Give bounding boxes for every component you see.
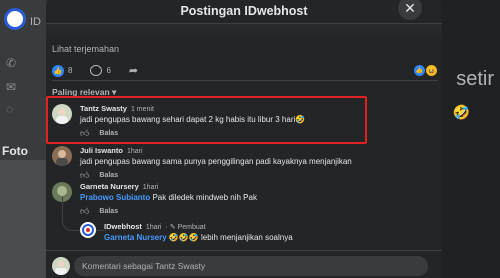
like-button-icon[interactable]: 👍︎ [80, 170, 89, 181]
avatar [52, 257, 70, 275]
comment-time[interactable]: 1 menit [131, 106, 154, 113]
modal-title: Postingan IDwebhost [180, 3, 308, 18]
close-button[interactable]: ✕ [398, 0, 422, 20]
comment-text: jadi pengupas bawang sehari dapat 2 kg h… [80, 115, 306, 124]
like-reaction-icon: 👍 [414, 65, 425, 76]
comment-text-body: Pak diledek mindweb nih Pak [150, 193, 257, 202]
laugh-emoji-icon: 🤣 [452, 104, 470, 120]
author-badge: · ✎ Pembuat [165, 224, 206, 231]
haha-reaction-icon: 😆 [426, 65, 437, 76]
post-image-strip [46, 24, 442, 40]
avatar[interactable] [52, 104, 72, 124]
background-right-panel: setir 🤣 [438, 0, 500, 278]
comment-text: Prabowo Subianto Pak diledek mindweb nih… [80, 193, 410, 202]
avatar[interactable] [80, 222, 96, 238]
comment-author[interactable]: Garneta Nursery [80, 182, 139, 191]
comment-text-body: 🤣🤣🤣 lebih menjanjikan soalnya [166, 233, 293, 242]
divider [52, 80, 438, 81]
background-right-text: setir [456, 68, 494, 90]
pencil-icon: ✎ [169, 224, 176, 231]
comment-icon[interactable] [90, 65, 103, 76]
reaction-bar: 👍 8 6 ➦ [52, 64, 138, 77]
mention-link[interactable]: Garneta Nursery [104, 233, 167, 242]
comment-time[interactable]: 1hari [127, 148, 143, 155]
page-logo [4, 8, 26, 30]
close-icon: ✕ [404, 0, 416, 16]
avatar[interactable] [52, 146, 72, 166]
comment-count[interactable]: 6 [106, 66, 110, 75]
comment-author[interactable]: Juli Iswanto [80, 146, 123, 155]
post-modal: Postingan IDwebhost ✕ Lihat terjemahan 👍… [46, 0, 442, 278]
comment-composer [46, 250, 442, 278]
comment-author[interactable]: Tantz Swasty [80, 104, 127, 113]
modal-header: Postingan IDwebhost ✕ [46, 0, 442, 24]
mail-icon: ✉ [6, 80, 17, 94]
share-icon[interactable]: ➦ [129, 64, 138, 77]
comment-input[interactable] [74, 256, 428, 276]
comment-text: Garneta Nursery 🤣🤣🤣 lebih menjanjikan so… [104, 233, 434, 242]
like-count[interactable]: 8 [68, 66, 72, 75]
background-photo [0, 160, 46, 278]
background-left-panel: ID ✆ ✉ ◌ Foto [0, 0, 46, 278]
like-icon[interactable]: 👍 [52, 64, 64, 77]
phone-icon: ✆ [6, 56, 17, 70]
messenger-icon: ◌ [6, 102, 14, 116]
comment-text: jadi pengupas bawang sama punya penggili… [80, 157, 352, 166]
reply-button[interactable]: Balas [99, 130, 118, 137]
background-page-name: ID [30, 16, 41, 28]
author-label: Pembuat [177, 224, 206, 231]
reply-button[interactable]: Balas [99, 172, 118, 179]
photos-heading: Foto [2, 144, 28, 158]
like-button-icon[interactable]: 👍︎ [80, 128, 89, 139]
see-translation-link[interactable]: Lihat terjemahan [52, 44, 119, 54]
comment-time[interactable]: 1hari [146, 224, 162, 231]
comment-time[interactable]: 1hari [143, 184, 159, 191]
reaction-summary[interactable]: 👍 😆 [414, 65, 437, 76]
comment-author[interactable]: IDwebhost [104, 222, 142, 231]
